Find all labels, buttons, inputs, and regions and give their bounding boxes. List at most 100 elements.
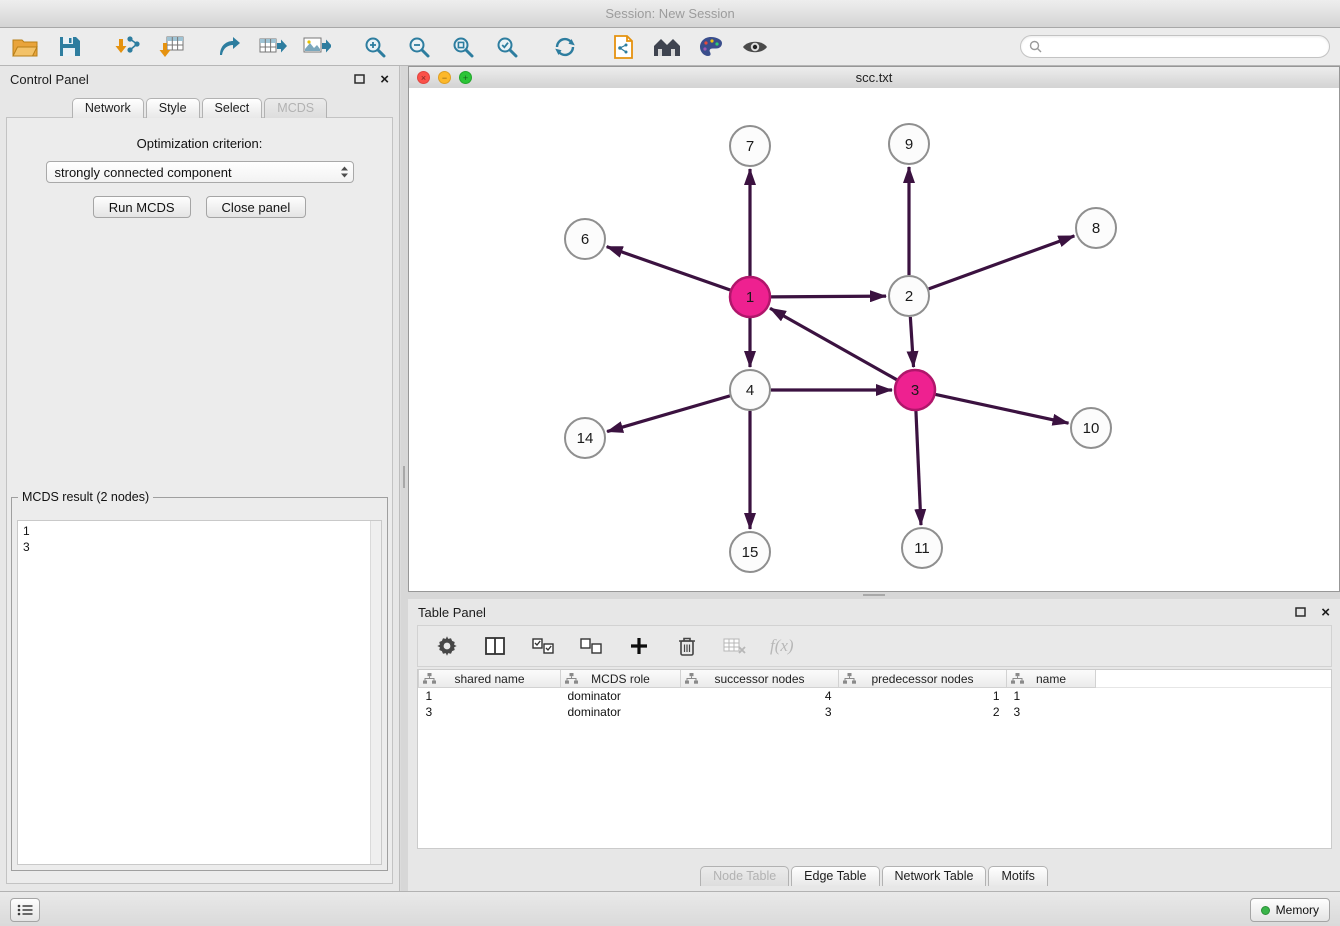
import-network-icon[interactable] — [112, 33, 142, 61]
svg-text:2: 2 — [905, 288, 913, 305]
column-edit-icon — [423, 673, 436, 687]
edge-2-8[interactable] — [929, 236, 1075, 289]
network-graph[interactable]: 7 9 6 8 1 2 4 3 14 10 15 11 — [409, 88, 1339, 591]
zoom-in-icon[interactable] — [360, 33, 390, 61]
style-palette-icon[interactable] — [696, 33, 726, 61]
mcds-result-list: 13 — [23, 523, 369, 862]
vertical-splitter[interactable] — [401, 66, 408, 892]
memory-button-label: Memory — [1276, 903, 1319, 917]
edge-3-1[interactable] — [770, 308, 897, 379]
refresh-layout-icon[interactable] — [550, 33, 580, 61]
status-bar: Memory — [0, 891, 1340, 926]
node-3[interactable]: 3 — [895, 370, 935, 410]
table-panel-tab-motifs[interactable]: Motifs — [988, 866, 1047, 886]
column-edit-icon — [685, 673, 698, 687]
float-table-panel-icon[interactable] — [1295, 607, 1307, 618]
result-scrollbar[interactable] — [370, 521, 381, 864]
column-header-name[interactable]: name — [1007, 670, 1096, 688]
close-panel-button[interactable]: Close panel — [206, 196, 307, 218]
application-window: Session: New Session Control Panel × Net… — [0, 0, 1340, 926]
table-panel: Table Panel × f(x) shared nameMCDS roles… — [408, 599, 1340, 892]
network-window-title: scc.txt — [856, 70, 893, 85]
node-1[interactable]: 1 — [730, 277, 770, 317]
node-14[interactable]: 14 — [565, 418, 605, 458]
control-panel-tab-select[interactable]: Select — [202, 98, 263, 118]
search-box[interactable] — [1020, 35, 1330, 58]
edge-1-6[interactable] — [607, 247, 730, 290]
task-history-button[interactable] — [10, 898, 40, 922]
node-7[interactable]: 7 — [730, 126, 770, 166]
export-table-icon[interactable] — [258, 33, 288, 61]
optimization-criterion-select[interactable]: strongly connected component — [46, 161, 354, 183]
table-panel-tabs: Node TableEdge TableNetwork TableMotifs — [408, 866, 1340, 886]
close-table-panel-icon[interactable]: × — [1321, 605, 1330, 620]
control-panel-tab-mcds[interactable]: MCDS — [264, 98, 327, 118]
table-panel-tab-node-table[interactable]: Node Table — [700, 866, 789, 886]
node-9[interactable]: 9 — [889, 124, 929, 164]
import-table-icon[interactable] — [156, 33, 186, 61]
columns-icon[interactable] — [480, 632, 510, 660]
edge-4-14[interactable] — [607, 396, 730, 432]
column-header-filler — [1096, 670, 1332, 688]
window-zoom-icon[interactable]: + — [459, 71, 472, 84]
horizontal-splitter[interactable] — [408, 592, 1340, 599]
column-header-mcds-role[interactable]: MCDS role — [561, 670, 681, 688]
export-image-icon[interactable] — [302, 33, 332, 61]
run-mcds-button[interactable]: Run MCDS — [93, 196, 191, 218]
search-input[interactable] — [1047, 39, 1321, 55]
window-minimize-icon[interactable]: − — [438, 71, 451, 84]
float-panel-icon[interactable] — [354, 74, 366, 85]
svg-text:7: 7 — [746, 138, 754, 155]
network-canvas[interactable]: 7 9 6 8 1 2 4 3 14 10 15 11 — [409, 88, 1339, 591]
zoom-selected-icon[interactable] — [492, 33, 522, 61]
duplicate-network-icon[interactable] — [608, 33, 638, 61]
mcds-result-item: 3 — [23, 539, 369, 555]
table-row[interactable]: 3dominator323 — [419, 704, 1332, 720]
cell-successor-nodes: 3 — [681, 704, 839, 720]
select-all-icon[interactable] — [528, 632, 558, 660]
control-panel-tab-style[interactable]: Style — [146, 98, 200, 118]
combo-arrows-icon — [340, 165, 349, 179]
control-panel-header: Control Panel × — [0, 66, 399, 92]
add-column-icon[interactable] — [624, 632, 654, 660]
zoom-out-icon[interactable] — [404, 33, 434, 61]
node-10[interactable]: 10 — [1071, 408, 1111, 448]
network-window-titlebar: × − + scc.txt — [409, 67, 1339, 89]
deselect-all-icon[interactable] — [576, 632, 606, 660]
control-panel-tab-network[interactable]: Network — [72, 98, 144, 118]
home-icon[interactable] — [652, 33, 682, 61]
table-panel-tab-network-table[interactable]: Network Table — [882, 866, 987, 886]
save-session-icon[interactable] — [54, 33, 84, 61]
gear-icon[interactable] — [432, 632, 462, 660]
svg-text:14: 14 — [577, 430, 594, 447]
close-control-panel-icon[interactable]: × — [380, 72, 389, 87]
edge-2-3[interactable] — [910, 317, 913, 367]
table-panel-tab-edge-table[interactable]: Edge Table — [791, 866, 879, 886]
node-11[interactable]: 11 — [902, 528, 942, 568]
cell-mcds-role: dominator — [561, 704, 681, 720]
export-network-icon[interactable] — [214, 33, 244, 61]
node-4[interactable]: 4 — [730, 370, 770, 410]
node-6[interactable]: 6 — [565, 219, 605, 259]
node-2[interactable]: 2 — [889, 276, 929, 316]
column-header-label: successor nodes — [714, 672, 804, 686]
memory-button[interactable]: Memory — [1250, 898, 1330, 922]
eye-icon[interactable] — [740, 33, 770, 61]
column-header-shared-name[interactable]: shared name — [419, 670, 561, 688]
delete-column-icon[interactable] — [672, 632, 702, 660]
table-panel-title: Table Panel — [418, 605, 486, 620]
table-row[interactable]: 1dominator411 — [419, 688, 1332, 705]
column-header-successor-nodes[interactable]: successor nodes — [681, 670, 839, 688]
column-header-predecessor-nodes[interactable]: predecessor nodes — [839, 670, 1007, 688]
node-8[interactable]: 8 — [1076, 208, 1116, 248]
main-toolbar — [0, 28, 1340, 66]
window-close-icon[interactable]: × — [417, 71, 430, 84]
edge-3-10[interactable] — [936, 394, 1069, 423]
edge-3-11[interactable] — [916, 411, 921, 525]
node-15[interactable]: 15 — [730, 532, 770, 572]
zoom-fit-icon[interactable] — [448, 33, 478, 61]
cell-name: 1 — [1007, 688, 1096, 705]
open-session-icon[interactable] — [10, 33, 40, 61]
window-title: Session: New Session — [605, 6, 734, 21]
edge-1-2[interactable] — [771, 296, 886, 297]
